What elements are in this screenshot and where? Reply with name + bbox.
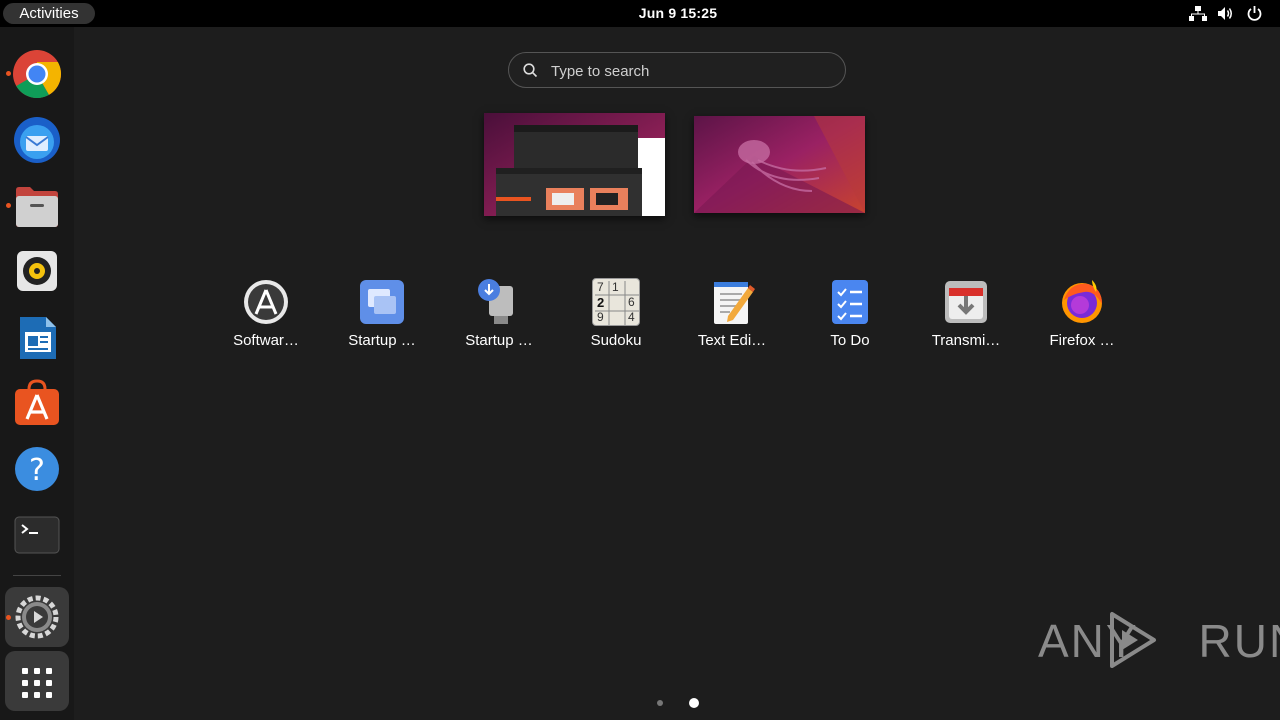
dock-item-thunderbird[interactable] [5,109,69,169]
ubuntu-software-icon [15,379,59,425]
page-indicator-2[interactable] [689,698,699,708]
page-indicator-1[interactable] [657,700,663,706]
app-sudoku[interactable]: 7 1 2 6 9 4 Sudoku [561,278,671,349]
text-editor-icon [708,278,756,326]
app-software-updater[interactable]: Softwar… [211,278,321,349]
app-firefox[interactable]: Firefox … [1027,278,1137,349]
transmission-icon [942,278,990,326]
thunderbird-icon [14,117,60,163]
app-label: Startup … [348,332,416,349]
software-updater-icon [242,278,290,326]
app-label: Firefox … [1049,332,1115,349]
search-input[interactable] [549,60,833,82]
dock-item-settings[interactable] [5,587,69,647]
dock-item-help[interactable]: ? [5,439,69,499]
clock-label[interactable]: Jun 9 15:25 [639,5,717,21]
app-todo[interactable]: To Do [795,278,905,349]
app-text-editor[interactable]: Text Edi… [677,278,787,349]
dock-item-writer[interactable] [5,307,69,367]
app-transmission[interactable]: Transmi… [911,278,1021,349]
top-bar: Activities Jun 9 15:25 [0,0,1280,27]
workspace-thumbnail-1[interactable] [484,113,665,216]
workspace-2-preview [694,116,865,213]
running-indicator [6,71,11,76]
app-label: Softwar… [233,332,299,349]
startup-disk-creator-icon [475,278,523,326]
volume-icon[interactable] [1217,5,1235,27]
running-indicator [6,203,11,208]
search-box[interactable] [508,52,846,88]
todo-icon [826,278,874,326]
watermark-text: ANY RUN [1038,615,1280,667]
sudoku-digit: 1 [612,280,619,294]
app-label: To Do [830,332,870,349]
dock-item-files[interactable] [5,175,69,235]
app-startup-disk-creator[interactable]: Startup … [444,278,554,349]
sudoku-digit: 4 [628,310,635,324]
settings-icon [15,595,59,639]
dock-item-ubuntu-software[interactable] [5,373,69,433]
writer-icon [20,317,56,359]
dock-item-chrome[interactable] [5,43,69,103]
sudoku-digit: 7 [597,280,604,294]
app-startup-applications[interactable]: Startup … [327,278,437,349]
app-label: Transmi… [931,332,1001,349]
clock: Jun 9 15:25 [0,0,1280,27]
dock-item-show-applications[interactable] [5,651,69,711]
terminal-icon [14,516,60,554]
app-label: Sudoku [590,332,642,349]
sudoku-digit: 2 [597,295,605,310]
running-indicator [6,615,11,620]
app-grid-icon [22,668,52,698]
firefox-icon [1058,278,1106,326]
sudoku-digit: 6 [628,295,635,309]
search-icon [523,63,538,78]
app-label: Startup … [465,332,533,349]
activities-button[interactable]: Activities [3,3,95,24]
workspace-thumbnail-2[interactable] [694,116,865,213]
sudoku-icon: 7 1 2 6 9 4 [592,278,640,326]
files-icon [16,187,58,227]
rhythmbox-icon [17,251,57,291]
anyrun-watermark: ANY RUN [1038,606,1280,676]
chrome-icon [13,50,62,99]
workspace-1-preview [484,113,665,216]
app-label: Text Edi… [697,332,767,349]
dock: ? [0,27,74,720]
startup-applications-icon [358,278,406,326]
sudoku-digit: 9 [597,310,604,324]
dock-separator [13,575,61,576]
svg-text:?: ? [29,453,45,488]
dock-item-rhythmbox[interactable] [5,241,69,301]
help-icon: ? [15,447,59,491]
power-icon[interactable] [1246,5,1263,27]
network-icon[interactable] [1189,5,1207,27]
dock-item-terminal[interactable] [5,505,69,565]
